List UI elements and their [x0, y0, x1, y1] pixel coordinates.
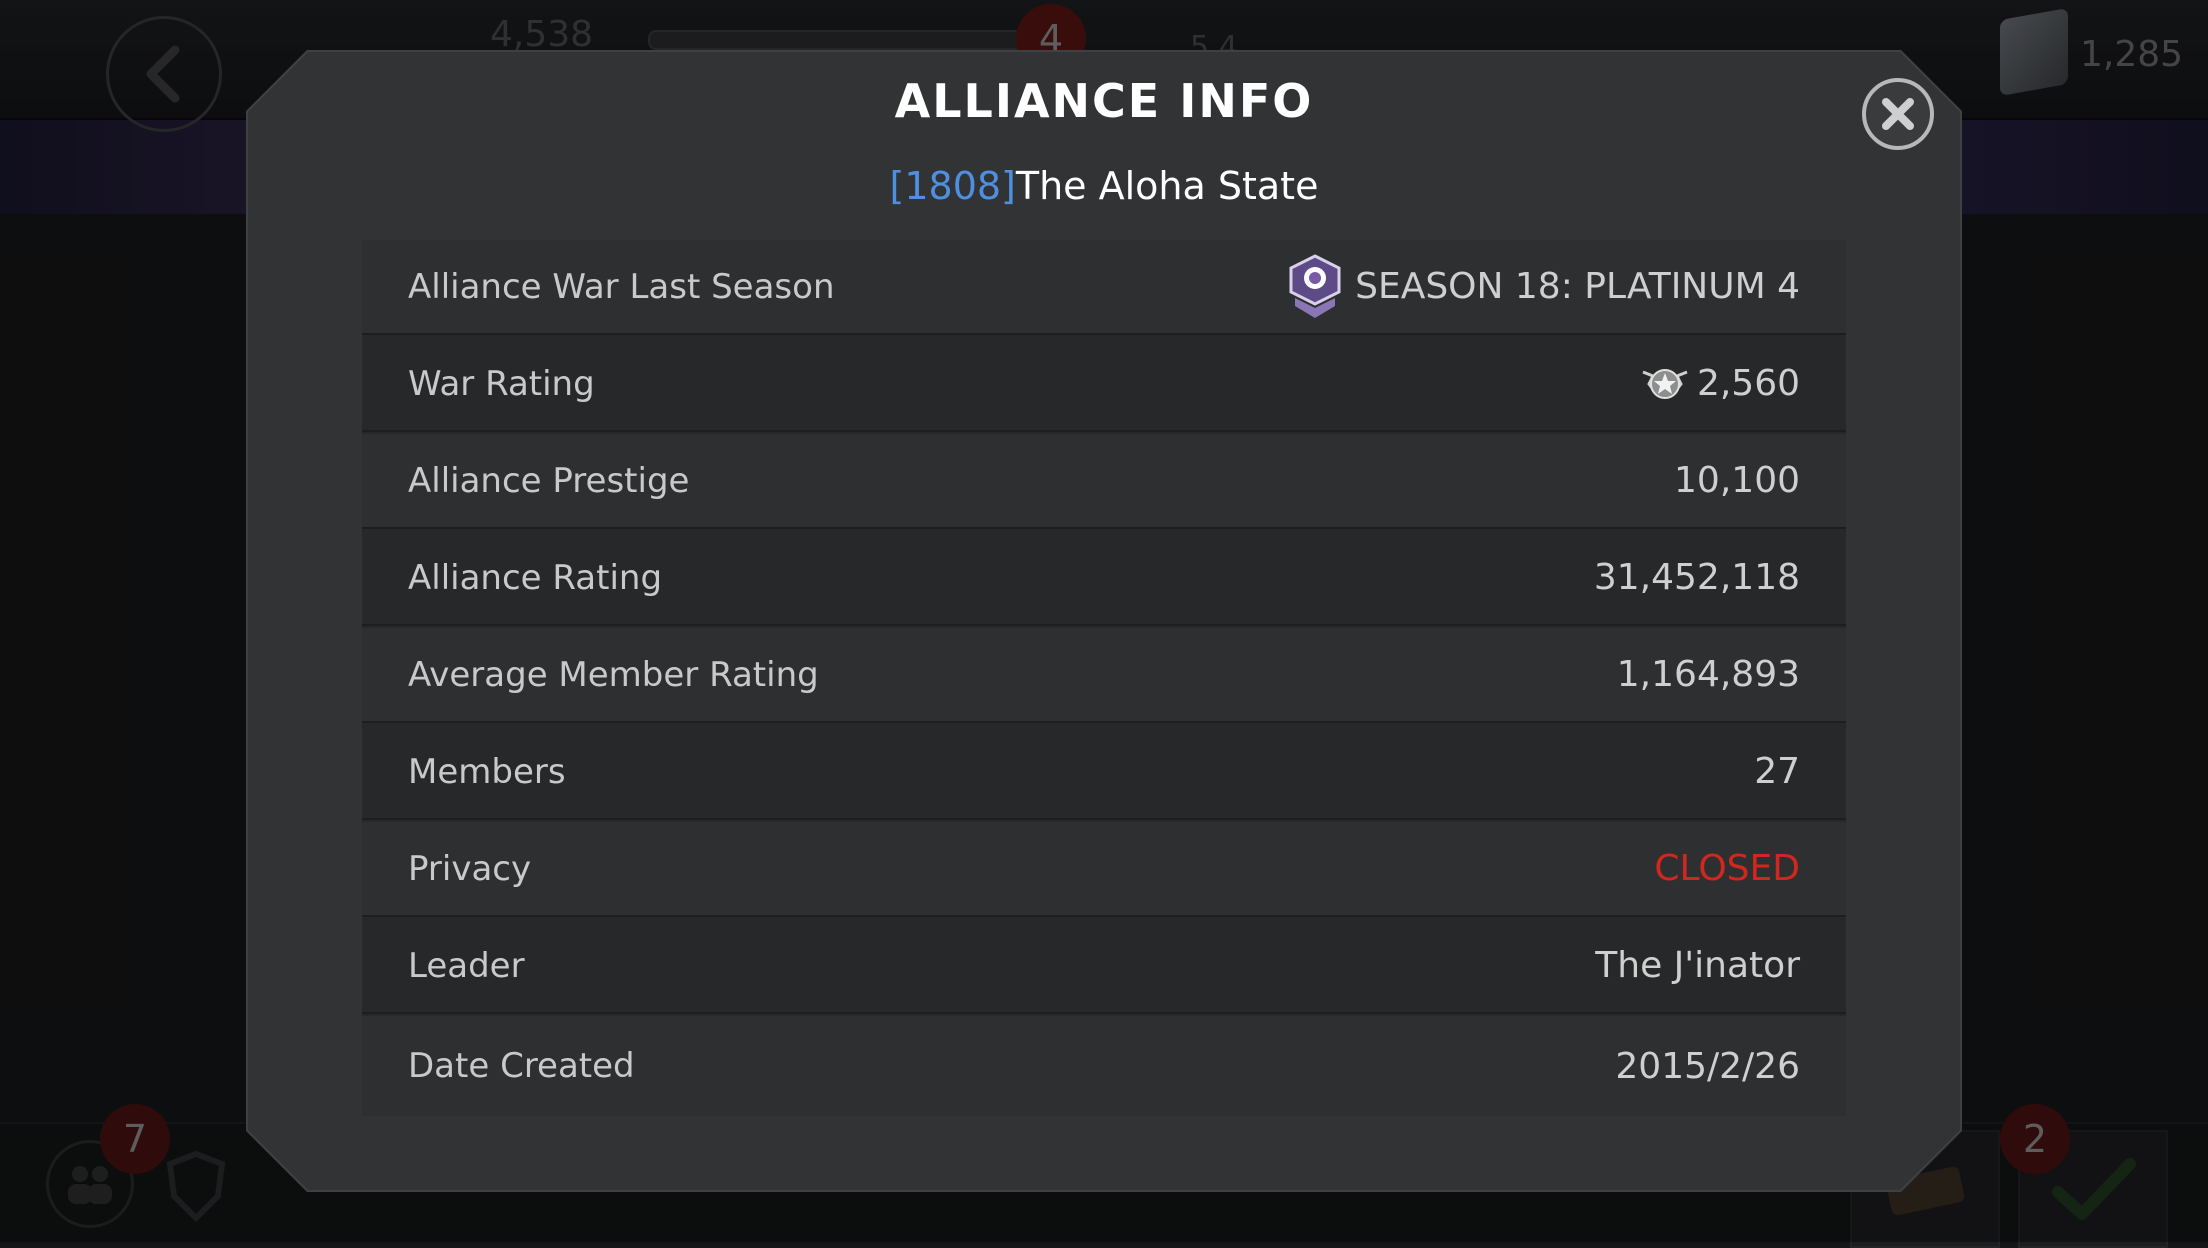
table-row-date-created: Date Created 2015/2/26 — [362, 1016, 1846, 1116]
alliance-heading: [1808]The Aloha State — [0, 164, 2208, 208]
table-row-alliance-rating: Alliance Rating 31,452,118 — [362, 531, 1846, 626]
war-season-value: SEASON 18: PLATINUM 4 — [1355, 266, 1800, 307]
war-rating-icon — [1639, 364, 1691, 404]
leader-name[interactable]: The J'inator — [1595, 945, 1800, 986]
privacy-status: CLOSED — [1654, 848, 1800, 889]
table-row-prestige: Alliance Prestige 10,100 — [362, 434, 1846, 529]
row-value: 1,164,893 — [1616, 654, 1800, 695]
close-icon — [1882, 98, 1914, 130]
row-value: 27 — [1754, 751, 1800, 792]
row-label: War Rating — [408, 363, 595, 404]
row-value: 2,560 — [1639, 363, 1800, 404]
table-row-war-rating: War Rating 2,560 — [362, 337, 1846, 432]
row-label: Leader — [408, 945, 525, 986]
row-label: Date Created — [408, 1046, 635, 1086]
row-label: Average Member Rating — [408, 654, 819, 695]
row-label: Privacy — [408, 848, 532, 889]
table-row-war-season: Alliance War Last Season SEASON 18: PLAT… — [362, 240, 1846, 335]
row-label: Alliance Prestige — [408, 460, 690, 501]
alliance-tag: [1808] — [889, 164, 1016, 208]
war-rating-value: 2,560 — [1696, 363, 1800, 404]
row-value: 2015/2/26 — [1615, 1045, 1800, 1087]
row-label: Members — [408, 751, 566, 792]
alliance-name: The Aloha State — [1015, 164, 1319, 208]
table-row-members: Members 27 — [362, 725, 1846, 820]
row-value: 31,452,118 — [1593, 557, 1800, 598]
table-row-privacy: Privacy CLOSED — [362, 822, 1846, 917]
row-value: SEASON 18: PLATINUM 4 — [1287, 253, 1800, 320]
row-value: 10,100 — [1674, 460, 1800, 501]
close-button[interactable] — [1862, 78, 1934, 150]
row-label: Alliance Rating — [408, 557, 663, 598]
alliance-info-table: Alliance War Last Season SEASON 18: PLAT… — [362, 240, 1846, 1116]
row-label: Alliance War Last Season — [408, 266, 835, 307]
table-row-avg-member-rating: Average Member Rating 1,164,893 — [362, 628, 1846, 723]
platinum-tier-icon — [1287, 253, 1343, 320]
table-row-leader: Leader The J'inator — [362, 919, 1846, 1014]
